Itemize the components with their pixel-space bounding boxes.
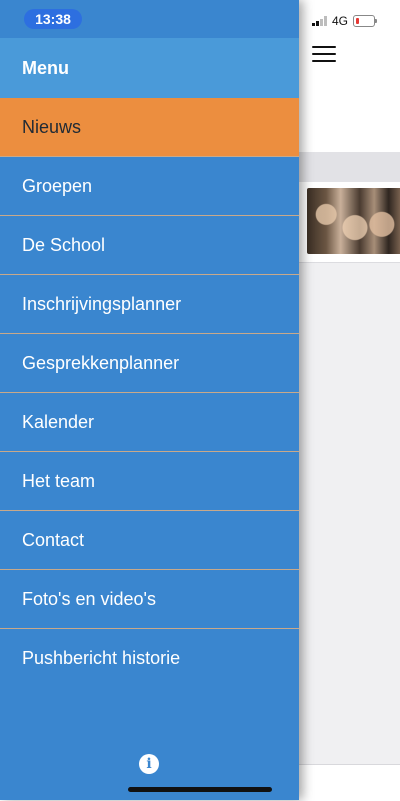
menu-item-fotos-en-videos[interactable]: Foto's en video's [0, 570, 299, 629]
home-indicator [128, 787, 272, 792]
status-indicators: 4G [312, 14, 378, 28]
menu-item-inschrijvingsplanner[interactable]: Inschrijvingsplanner [0, 275, 299, 334]
menu-item-nieuws[interactable]: Nieuws [0, 98, 299, 157]
news-thumbnail [307, 188, 400, 254]
menu-list: Nieuws Groepen De School Inschrijvingspl… [0, 98, 299, 687]
menu-item-de-school[interactable]: De School [0, 216, 299, 275]
drawer-header: Menu [0, 38, 299, 98]
news-card[interactable] [299, 182, 400, 263]
hamburger-icon[interactable] [312, 46, 336, 62]
menu-item-kalender[interactable]: Kalender [0, 393, 299, 452]
status-time: 13:38 [24, 9, 82, 29]
menu-item-pushbericht-historie[interactable]: Pushbericht historie [0, 629, 299, 687]
signal-icon [312, 16, 327, 26]
battery-icon [353, 15, 378, 27]
menu-item-het-team[interactable]: Het team [0, 452, 299, 511]
drawer-status-bar: 13:38 [0, 0, 299, 38]
menu-item-groepen[interactable]: Groepen [0, 157, 299, 216]
menu-item-gesprekkenplanner[interactable]: Gesprekkenplanner [0, 334, 299, 393]
drawer-title: Menu [22, 58, 69, 78]
network-type: 4G [332, 14, 349, 28]
info-icon[interactable]: i [139, 754, 159, 774]
menu-item-contact[interactable]: Contact [0, 511, 299, 570]
navigation-drawer: 13:38 Menu Nieuws Groepen De School Insc… [0, 0, 299, 800]
section-band [299, 152, 400, 182]
bottom-bar [299, 764, 400, 801]
